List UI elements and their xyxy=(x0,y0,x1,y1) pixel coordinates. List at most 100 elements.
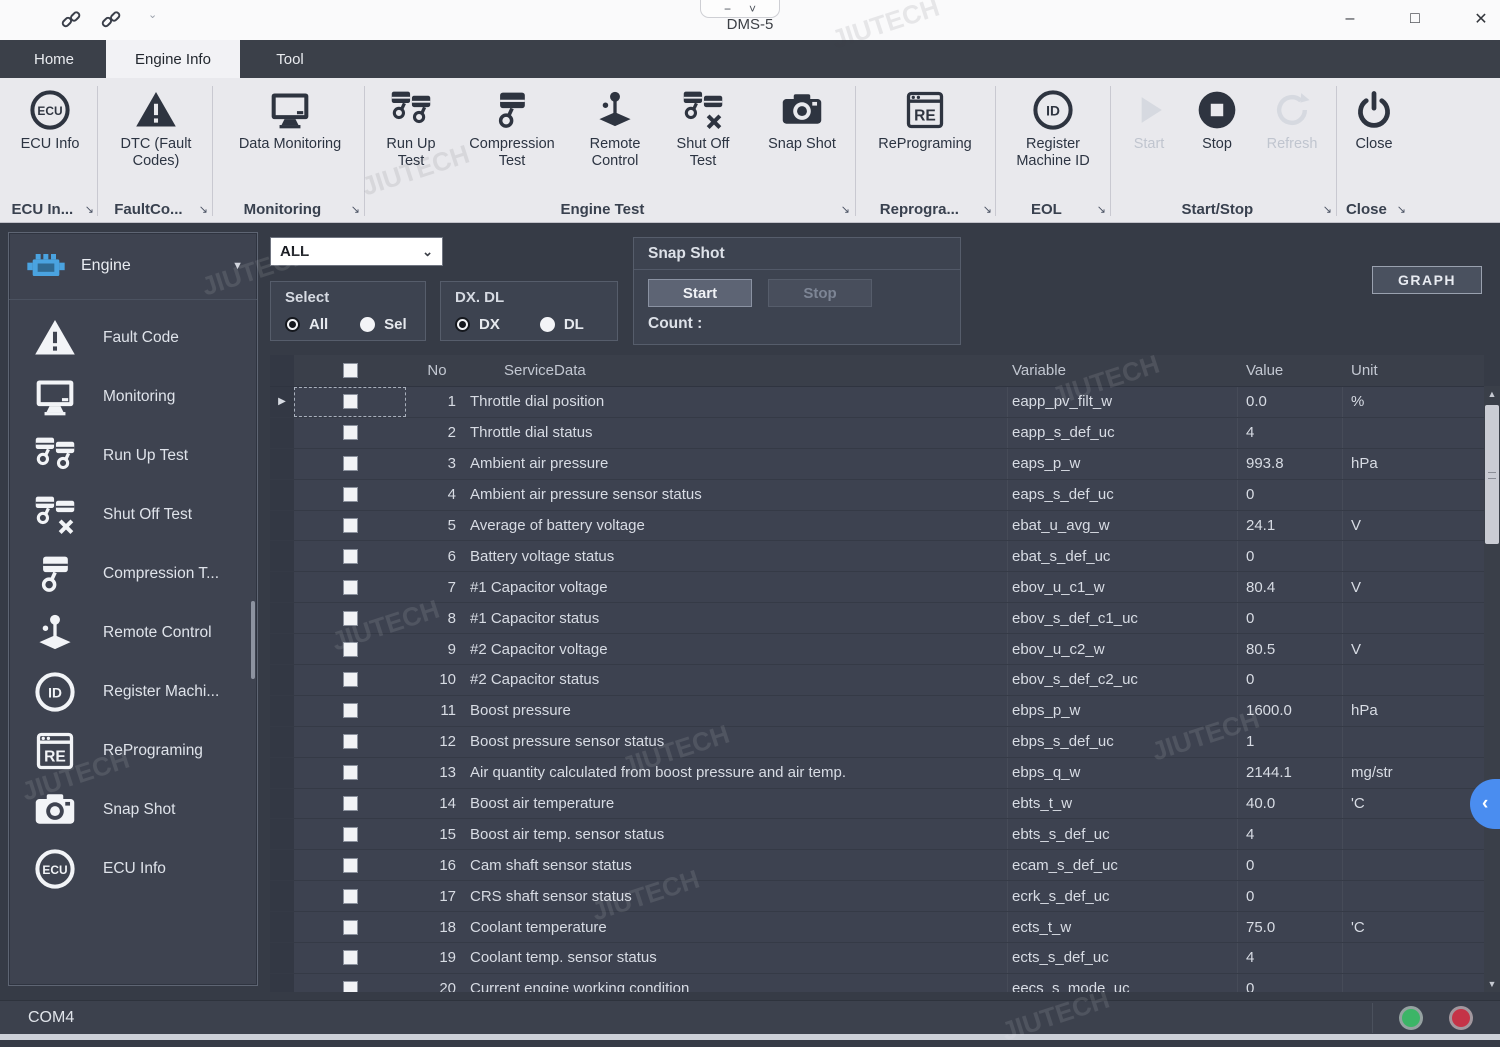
radio-dl[interactable]: DL xyxy=(540,316,584,333)
table-row[interactable]: 14 Boost air temperature ebts_t_w 40.0 '… xyxy=(270,789,1484,820)
sidebar-item-remote-control[interactable]: Remote Control xyxy=(9,608,257,658)
row-checkbox[interactable] xyxy=(343,981,358,992)
dialog-launcher-icon[interactable]: ↘ xyxy=(983,203,992,216)
sidebar-item-run-up-test[interactable]: Run Up Test xyxy=(9,431,257,481)
tab-home[interactable]: Home xyxy=(10,40,98,78)
ribbon-button-remote-control[interactable]: Remote Control xyxy=(572,86,658,169)
row-checkbox[interactable] xyxy=(343,703,358,718)
ribbon-group-reprogram[interactable]: Reprogra... ↘ xyxy=(860,197,992,221)
row-checkbox[interactable] xyxy=(343,765,358,780)
table-row[interactable]: 9 #2 Capacitor voltage ebov_u_c2_w 80.5 … xyxy=(270,634,1484,665)
row-checkbox[interactable] xyxy=(343,920,358,935)
table-row[interactable]: 19 Coolant temp. sensor status ects_s_de… xyxy=(270,943,1484,974)
table-row[interactable]: 6 Battery voltage status ebat_s_def_uc 0 xyxy=(270,541,1484,572)
table-row[interactable]: 20 Current engine working condition eecs… xyxy=(270,974,1484,992)
row-checkbox[interactable] xyxy=(343,642,358,657)
row-checkbox[interactable] xyxy=(343,611,358,626)
radio-sel[interactable]: Sel xyxy=(360,316,407,333)
radio-dx[interactable]: DX xyxy=(455,316,500,333)
table-row[interactable]: 10 #2 Capacitor status ebov_s_def_c2_uc … xyxy=(270,665,1484,696)
sidebar-item-snap-shot[interactable]: Snap Shot xyxy=(9,785,257,835)
ribbon-button-run-up-test[interactable]: Run Up Test xyxy=(372,86,450,169)
sidebar-item-fault-code[interactable]: Fault Code xyxy=(9,313,257,363)
snapshot-start-button[interactable]: Start xyxy=(648,279,752,307)
row-checkbox[interactable] xyxy=(343,734,358,749)
chevron-down-icon[interactable]: ▼ xyxy=(232,260,243,272)
row-checkbox[interactable] xyxy=(343,796,358,811)
row-checkbox[interactable] xyxy=(343,889,358,904)
row-checkbox[interactable] xyxy=(343,518,358,533)
sidebar-scrollbar[interactable] xyxy=(251,601,255,679)
radio-all[interactable]: All xyxy=(285,316,328,333)
table-row[interactable]: 3 Ambient air pressure eaps_p_w 993.8 hP… xyxy=(270,449,1484,480)
col-header-unit[interactable]: Unit xyxy=(1343,362,1484,379)
table-row[interactable]: 13 Air quantity calculated from boost pr… xyxy=(270,758,1484,789)
dialog-launcher-icon[interactable]: ↘ xyxy=(85,203,94,216)
ribbon-button-data-monitoring[interactable]: Data Monitoring xyxy=(220,86,360,153)
table-row[interactable]: 11 Boost pressure ebps_p_w 1600.0 hPa xyxy=(270,696,1484,727)
radio-selected-icon[interactable] xyxy=(285,317,300,332)
table-row[interactable]: 12 Boost pressure sensor status ebps_s_d… xyxy=(270,727,1484,758)
maximize-button[interactable]: □ xyxy=(1400,6,1430,32)
ribbon-group-monitoring[interactable]: Monitoring ↘ xyxy=(218,197,360,221)
table-row[interactable]: 5 Average of battery voltage ebat_u_avg_… xyxy=(270,511,1484,542)
sidebar-item-reprogramming[interactable]: RePrograming xyxy=(9,726,257,776)
tab-tool[interactable]: Tool xyxy=(252,40,328,78)
ribbon-button-stop[interactable]: Stop xyxy=(1186,86,1248,153)
row-checkbox[interactable] xyxy=(343,456,358,471)
table-row[interactable]: 18 Coolant temperature ects_t_w 75.0 'C xyxy=(270,912,1484,943)
sidebar-item-compression-test[interactable]: Compression T... xyxy=(9,549,257,599)
ribbon-group-ecu[interactable]: ECU In... ↘ xyxy=(4,197,94,221)
scroll-down-icon[interactable]: ▼ xyxy=(1484,976,1500,992)
col-header-value[interactable]: Value xyxy=(1238,362,1343,379)
dialog-launcher-icon[interactable]: ↘ xyxy=(199,203,208,216)
close-button[interactable]: ✕ xyxy=(1466,6,1496,32)
radio-selected-icon[interactable] xyxy=(455,317,470,332)
ribbon-button-close[interactable]: Close xyxy=(1342,86,1406,153)
table-scrollbar[interactable]: ▲ ▼ xyxy=(1484,386,1500,992)
col-header-servicedata[interactable]: ServiceData xyxy=(468,362,1008,379)
filter-dropdown[interactable]: ALL ⌄ xyxy=(270,237,443,266)
scrollbar-thumb[interactable] xyxy=(1485,405,1499,544)
table-row[interactable]: 15 Boost air temp. sensor status ebts_s_… xyxy=(270,819,1484,850)
row-checkbox[interactable] xyxy=(343,950,358,965)
tab-engine-info[interactable]: Engine Info xyxy=(106,40,240,78)
row-checkbox[interactable] xyxy=(343,672,358,687)
ribbon-group-eol[interactable]: EOL ↘ xyxy=(1000,197,1106,221)
ribbon-button-reprogramming[interactable]: RePrograming xyxy=(862,86,988,153)
row-checkbox[interactable] xyxy=(343,858,358,873)
popup-caret-icon[interactable]: ˅ xyxy=(749,3,756,15)
dialog-launcher-icon[interactable]: ↘ xyxy=(1397,203,1406,216)
col-header-variable[interactable]: Variable xyxy=(1008,355,1238,386)
row-checkbox[interactable] xyxy=(343,394,358,409)
sidebar-item-ecu-info[interactable]: ECU Info xyxy=(9,844,257,894)
popup-minimize-icon[interactable]: − xyxy=(724,3,731,15)
radio-unselected-icon[interactable] xyxy=(360,317,375,332)
sidebar-system-selector[interactable]: Engine ▼ xyxy=(9,233,257,300)
ribbon-button-compression-test[interactable]: Compression Test xyxy=(458,86,566,169)
ribbon-group-engine-test[interactable]: Engine Test ↘ xyxy=(368,197,850,221)
ribbon-button-dtc[interactable]: DTC (Fault Codes) xyxy=(104,86,208,169)
ribbon-button-snap-shot[interactable]: Snap Shot xyxy=(752,86,852,153)
sidebar-item-monitoring[interactable]: Monitoring xyxy=(9,372,257,422)
ribbon-button-register-machine-id[interactable]: Register Machine ID xyxy=(1002,86,1104,169)
radio-unselected-icon[interactable] xyxy=(540,317,555,332)
sidebar-item-register-machine-id[interactable]: Register Machi... xyxy=(9,667,257,717)
table-row[interactable]: 2 Throttle dial status eapp_s_def_uc 4 xyxy=(270,418,1484,449)
table-row[interactable]: 8 #1 Capacitor status ebov_s_def_c1_uc 0 xyxy=(270,603,1484,634)
col-header-no[interactable]: No xyxy=(406,362,468,379)
dialog-launcher-icon[interactable]: ↘ xyxy=(1097,203,1106,216)
row-checkbox[interactable] xyxy=(343,487,358,502)
ribbon-group-fault[interactable]: FaultCo... ↘ xyxy=(102,197,208,221)
ribbon-group-start-stop[interactable]: Start/Stop ↘ xyxy=(1116,197,1332,221)
scroll-up-icon[interactable]: ▲ xyxy=(1484,386,1500,402)
table-row[interactable]: 16 Cam shaft sensor status ecam_s_def_uc… xyxy=(270,850,1484,881)
dialog-launcher-icon[interactable]: ↘ xyxy=(1323,203,1332,216)
row-checkbox[interactable] xyxy=(343,580,358,595)
select-all-checkbox[interactable] xyxy=(343,363,358,378)
row-checkbox[interactable] xyxy=(343,549,358,564)
row-checkbox[interactable] xyxy=(343,425,358,440)
dialog-launcher-icon[interactable]: ↘ xyxy=(841,203,850,216)
ribbon-button-shut-off-test[interactable]: Shut Off Test xyxy=(664,86,742,169)
table-row[interactable]: 17 CRS shaft sensor status ecrk_s_def_uc… xyxy=(270,881,1484,912)
